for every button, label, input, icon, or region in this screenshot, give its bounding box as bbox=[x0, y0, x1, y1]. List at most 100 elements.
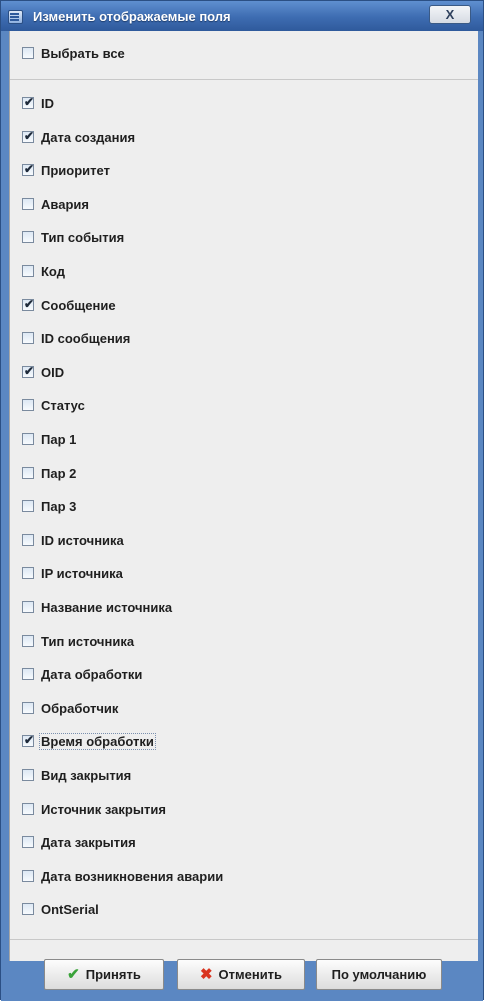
cancel-button-label: Отменить bbox=[218, 967, 283, 982]
field-checkbox-row[interactable]: ✔ Сообщение bbox=[22, 296, 117, 314]
field-label: Пар 1 bbox=[41, 431, 77, 447]
checkbox-unchecked[interactable] bbox=[22, 231, 34, 243]
field-checkbox-row[interactable]: Дата возникновения аварии bbox=[22, 867, 224, 885]
field-label: Тип события bbox=[41, 229, 125, 245]
window-bottom-border bbox=[1, 996, 483, 1001]
checkbox-unchecked[interactable] bbox=[22, 702, 34, 714]
field-checkbox-row[interactable]: Источник закрытия bbox=[22, 800, 167, 818]
checkbox-unchecked[interactable] bbox=[22, 635, 34, 647]
accept-button[interactable]: ✔ Принять bbox=[44, 959, 164, 990]
checkmark-icon: ✔ bbox=[23, 162, 35, 176]
checkmark-icon: ✔ bbox=[23, 95, 35, 109]
field-label: Обработчик bbox=[41, 700, 119, 716]
field-checkbox-row[interactable]: ID источника bbox=[22, 531, 125, 549]
checkbox-unchecked[interactable] bbox=[22, 433, 34, 445]
accept-button-label: Принять bbox=[85, 967, 141, 982]
dialog-window: Изменить отображаемые поля X Выбрать все… bbox=[0, 0, 484, 1001]
checkbox-unchecked[interactable] bbox=[22, 467, 34, 479]
field-checkbox-row[interactable]: Дата обработки bbox=[22, 665, 143, 683]
field-label: Статус bbox=[41, 397, 85, 413]
field-label: ID сообщения bbox=[41, 330, 131, 346]
field-label: Дата создания bbox=[41, 129, 136, 145]
checkbox-unchecked[interactable] bbox=[22, 836, 34, 848]
checkbox-checked[interactable]: ✔ bbox=[22, 733, 35, 747]
cancel-button[interactable]: ✖ Отменить bbox=[177, 959, 305, 990]
field-label: Пар 2 bbox=[41, 465, 77, 481]
field-label: ID bbox=[41, 95, 54, 111]
field-label: Авария bbox=[41, 196, 89, 212]
checkbox-checked[interactable]: ✔ bbox=[22, 129, 35, 143]
checkmark-icon: ✔ bbox=[23, 297, 35, 311]
field-checkbox-row[interactable]: Статус bbox=[22, 396, 86, 414]
checkbox-unchecked[interactable] bbox=[22, 198, 34, 210]
field-label: OID bbox=[41, 364, 65, 380]
field-label: Время обработки bbox=[39, 732, 156, 750]
field-label: Пар 3 bbox=[41, 498, 77, 514]
checkbox-unchecked[interactable] bbox=[22, 903, 34, 915]
fields-panel: Выбрать все ✔ ID ✔ Дата создания ✔ Приоритет А… bbox=[9, 31, 478, 961]
checkbox-checked[interactable]: ✔ bbox=[22, 364, 35, 378]
checkbox-unchecked[interactable] bbox=[22, 803, 34, 815]
field-label: Дата обработки bbox=[41, 666, 143, 682]
checkbox-checked[interactable]: ✔ bbox=[22, 297, 35, 311]
field-label: Приоритет bbox=[41, 162, 110, 178]
checkbox-unchecked[interactable] bbox=[22, 870, 34, 882]
checkmark-icon: ✔ bbox=[23, 733, 35, 747]
field-label: Сообщение bbox=[41, 297, 116, 313]
field-checkbox-row[interactable]: Тип источника bbox=[22, 632, 135, 650]
field-label: Тип источника bbox=[41, 633, 135, 649]
select-all-label: Выбрать все bbox=[41, 45, 125, 61]
checkbox-checked[interactable]: ✔ bbox=[22, 95, 35, 109]
checkbox-unchecked[interactable] bbox=[22, 668, 34, 680]
separator bbox=[10, 79, 478, 80]
field-checkbox-row[interactable]: OntSerial bbox=[22, 900, 100, 918]
checkbox-unchecked[interactable] bbox=[22, 332, 34, 344]
field-checkbox-row[interactable]: Дата закрытия bbox=[22, 833, 137, 851]
field-checkbox-row[interactable]: Вид закрытия bbox=[22, 766, 132, 784]
field-label: OntSerial bbox=[41, 901, 99, 917]
field-checkbox-row[interactable]: ID сообщения bbox=[22, 329, 131, 347]
field-checkbox-row[interactable]: ✔ Время обработки bbox=[22, 732, 156, 750]
checkbox-box[interactable] bbox=[22, 47, 34, 59]
field-checkbox-row[interactable]: IP источника bbox=[22, 564, 124, 582]
field-checkbox-row[interactable]: Обработчик bbox=[22, 699, 119, 717]
close-icon: X bbox=[445, 7, 455, 22]
title-bar[interactable]: Изменить отображаемые поля X bbox=[1, 1, 483, 31]
field-label: IP источника bbox=[41, 565, 123, 581]
field-label: ID источника bbox=[41, 532, 124, 548]
field-checkbox-row[interactable]: Авария bbox=[22, 195, 90, 213]
field-checkbox-row[interactable]: ✔ Приоритет bbox=[22, 161, 111, 179]
checkbox-unchecked[interactable] bbox=[22, 601, 34, 613]
checkmark-icon: ✔ bbox=[23, 364, 35, 378]
checkbox-checked[interactable]: ✔ bbox=[22, 162, 35, 176]
field-label: Дата возникновения аварии bbox=[41, 868, 224, 884]
app-icon bbox=[7, 8, 23, 24]
field-checkbox-row[interactable]: Название источника bbox=[22, 598, 173, 616]
checkbox-unchecked[interactable] bbox=[22, 567, 34, 579]
checkbox-unchecked[interactable] bbox=[22, 769, 34, 781]
checkmark-icon: ✔ bbox=[67, 966, 80, 983]
checkbox-unchecked[interactable] bbox=[22, 265, 34, 277]
x-icon: ✖ bbox=[199, 966, 213, 983]
field-checkbox-row[interactable]: Пар 2 bbox=[22, 464, 77, 482]
window-title: Изменить отображаемые поля bbox=[33, 8, 231, 24]
field-label: Дата закрытия bbox=[41, 834, 136, 850]
field-checkbox-row[interactable]: ✔ ID bbox=[22, 94, 55, 112]
default-button[interactable]: По умолчанию bbox=[316, 959, 442, 990]
checkbox-unchecked[interactable] bbox=[22, 399, 34, 411]
checkmark-icon: ✔ bbox=[23, 129, 35, 143]
field-label: Вид закрытия bbox=[41, 767, 132, 783]
field-checkbox-row[interactable]: ✔ Дата создания bbox=[22, 128, 136, 146]
field-label: Источник закрытия bbox=[41, 801, 166, 817]
field-label: Название источника bbox=[41, 599, 173, 615]
field-checkbox-row[interactable]: Тип события bbox=[22, 228, 125, 246]
close-button[interactable]: X bbox=[429, 5, 471, 24]
field-checkbox-row[interactable]: Пар 3 bbox=[22, 497, 77, 515]
field-checkbox-row[interactable]: Код bbox=[22, 262, 66, 280]
select-all-checkbox[interactable]: Выбрать все bbox=[22, 44, 126, 62]
field-checkbox-row[interactable]: ✔ OID bbox=[22, 363, 65, 381]
checkbox-unchecked[interactable] bbox=[22, 534, 34, 546]
field-checkbox-row[interactable]: Пар 1 bbox=[22, 430, 77, 448]
checkbox-unchecked[interactable] bbox=[22, 500, 34, 512]
default-button-label: По умолчанию bbox=[331, 967, 427, 982]
